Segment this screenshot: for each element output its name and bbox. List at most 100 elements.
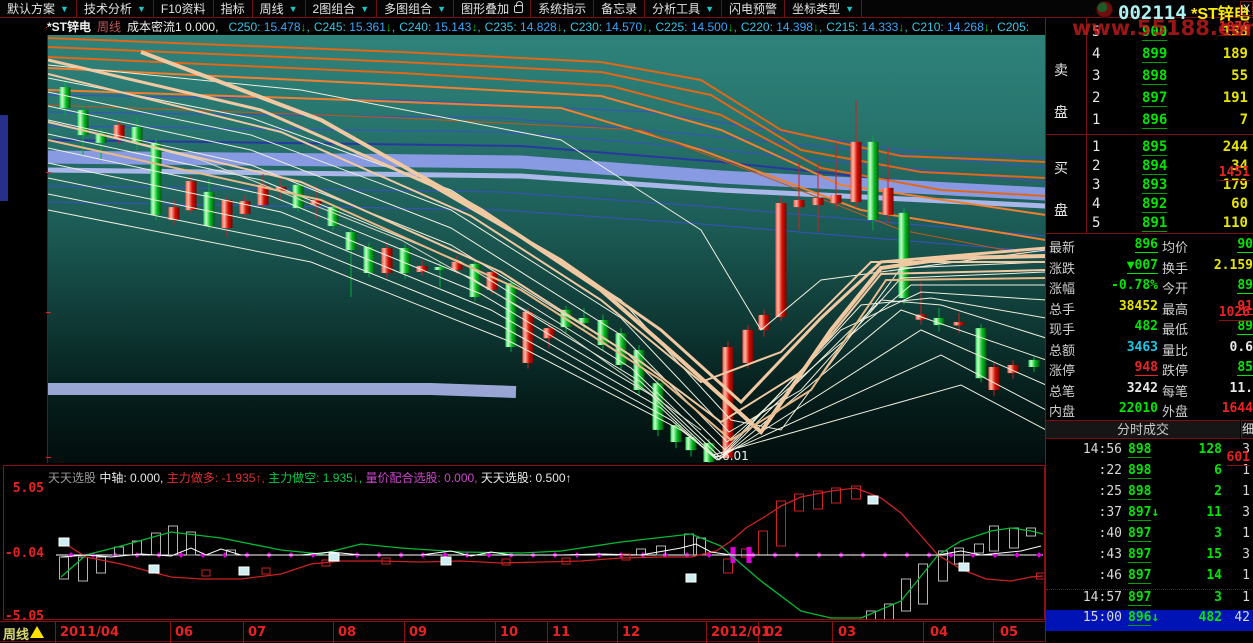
menu-item-多图组合[interactable]: 多图组合 ▼ xyxy=(377,0,455,18)
stat-value: 90 xyxy=(1237,237,1253,253)
date-label: 12 xyxy=(622,625,641,640)
level-qty: 244 xyxy=(1222,139,1248,155)
level-price[interactable]: 899 xyxy=(1142,46,1168,63)
menu-item-技术分析[interactable]: 技术分析 ▼ xyxy=(77,0,154,18)
ticker-detail-tab[interactable]: 细 xyxy=(1241,420,1253,439)
buy-row[interactable]: 5 891 110 xyxy=(1087,215,1253,238)
menu-item-图形叠加[interactable]: 图形叠加 xyxy=(454,0,532,18)
chevron-down-icon: ▼ xyxy=(360,3,370,14)
menu-item-指标[interactable]: 指标 xyxy=(214,0,253,18)
ticker-time: :46 xyxy=(1098,568,1122,583)
level-price[interactable]: 893 xyxy=(1142,177,1168,194)
candle xyxy=(867,141,879,220)
sell-row[interactable]: 3 898 55 xyxy=(1087,68,1253,91)
date-label: 2012/01 xyxy=(711,625,771,640)
level-price[interactable]: 896 xyxy=(1142,112,1168,129)
ticker-qty: 15 xyxy=(1206,547,1222,562)
cost-value: C230: 14.570↓, xyxy=(570,19,652,34)
stat-value: 896 xyxy=(1134,237,1158,253)
stat-label: 最低 xyxy=(1162,322,1189,337)
menu-item-分析工具[interactable]: 分析工具 ▼ xyxy=(645,0,723,18)
ticker-qty: 11 xyxy=(1206,505,1222,520)
main-candlestick-chart[interactable] xyxy=(47,35,1045,463)
menu-item-默认方案[interactable]: 默认方案 ▼ xyxy=(0,0,77,18)
y-axis-tick xyxy=(46,457,51,458)
date-label: 04 xyxy=(930,625,949,640)
indicator-info-row: *ST锌电 周线 成本密流1 0.000, C250: 15.478↓, C245… xyxy=(47,18,1045,35)
stat-label: 今开 xyxy=(1162,281,1189,296)
ticker-row: :40 897 3 1 xyxy=(1046,526,1253,547)
date-label: 08 xyxy=(338,625,357,640)
stat-value: 1644 xyxy=(1221,401,1253,416)
menu-item-备忘录[interactable]: 备忘录 xyxy=(594,0,646,18)
ticker-time: :37 xyxy=(1098,505,1122,520)
level-number: 4 xyxy=(1092,196,1101,212)
indicator-panel[interactable]: 天天选股 中轴: 0.000, 主力做多: -1.935↑, 主力做空: 1.9… xyxy=(3,465,1045,620)
candle xyxy=(775,203,787,317)
left-scroll-marker[interactable] xyxy=(0,115,8,201)
ticker-qty: 128 xyxy=(1198,442,1222,457)
stat-value: 89 xyxy=(1237,319,1253,335)
stat-label: 涨停 xyxy=(1049,363,1076,378)
stat-value: 89 xyxy=(1237,278,1253,294)
ticker-price: 898 xyxy=(1128,463,1152,479)
menu-item-闪电预警[interactable]: 闪电预警 xyxy=(722,0,786,18)
stats-row: 涨跌 ▼007 换手 2.159 xyxy=(1046,258,1253,278)
candle xyxy=(59,87,71,109)
chevron-down-icon: ▼ xyxy=(845,3,854,14)
stat-label: 总笔 xyxy=(1049,383,1076,399)
ticker-row: :25 898 2 1 xyxy=(1046,484,1253,505)
stat-label: 最高 xyxy=(1162,301,1189,317)
period-label[interactable]: 周线 xyxy=(3,624,29,643)
ticker-row: :43 897 15 3 xyxy=(1046,547,1253,568)
stats-row: 现手 482 最低 89 xyxy=(1046,319,1253,339)
stat-label: 涨跌 xyxy=(1049,260,1076,276)
date-label: 10 xyxy=(500,625,519,640)
level-number: 5 xyxy=(1092,215,1101,231)
sell-label: 卖 xyxy=(1054,62,1068,78)
menu-item-系统指示[interactable]: 系统指示 xyxy=(531,0,595,18)
period-up-triangle-icon[interactable] xyxy=(30,626,44,638)
ticker-price: 897↓ xyxy=(1128,505,1160,521)
ticker-price: 897 xyxy=(1128,590,1152,606)
level-price[interactable]: 897 xyxy=(1142,90,1168,107)
menu-item-周线[interactable]: 周线 ▼ xyxy=(253,0,306,18)
ticker-time: 15:00 xyxy=(1082,610,1122,625)
stat-value: 85 xyxy=(1237,360,1253,376)
date-axis[interactable]: 周线 2011/04 06 07 08 09 10 11 12 2012/01 02 03 04 05 xyxy=(0,621,1045,643)
ticker-count: 3 xyxy=(1242,547,1250,562)
date-separator xyxy=(706,622,707,643)
ticker-time: :25 xyxy=(1098,484,1122,499)
candle xyxy=(830,194,842,204)
level-price[interactable]: 892 xyxy=(1142,196,1168,213)
sell-row[interactable]: 2 897 191 xyxy=(1087,90,1253,113)
level-price[interactable]: 898 xyxy=(1142,68,1168,85)
date-label: 07 xyxy=(248,625,267,640)
stat-value: 3463 xyxy=(1126,339,1158,355)
y-axis-tick xyxy=(46,172,51,173)
candle xyxy=(168,207,180,220)
stat-value: 11. xyxy=(1229,380,1253,396)
level-price[interactable]: 895 xyxy=(1142,139,1168,156)
sell-row[interactable]: 1 896 7 xyxy=(1087,112,1253,135)
close-icon[interactable]: X xyxy=(1240,1,1253,16)
stat-value: 948 xyxy=(1134,360,1158,376)
ticker-count: 1 xyxy=(1242,484,1250,499)
chevron-down-icon: ▼ xyxy=(705,3,715,14)
ticker-qty: 6 xyxy=(1214,463,1222,478)
date-label: 2011/04 xyxy=(60,625,120,640)
level-price[interactable]: 891 xyxy=(1142,215,1168,232)
buy-label: 盘 xyxy=(1054,202,1068,218)
menu-item-2图组合[interactable]: 2图组合 ▼ xyxy=(306,0,378,18)
cost-value: C205: xyxy=(997,19,1030,34)
menu-bar: 默认方案 ▼ 技术分析 ▼ F10资料 指标 周线 ▼ 2图组合 ▼ 多图组合 ▼ 图形叠加 系统指示 备忘… xyxy=(0,0,1253,18)
info-period: 周线 xyxy=(97,20,122,34)
stat-value: 482 xyxy=(1134,319,1158,334)
menu-item-坐标类型[interactable]: 坐标类型 ▼ xyxy=(785,0,862,18)
menu-item-F10资料[interactable]: F10资料 xyxy=(154,0,214,18)
cost-value: C225: 14.500↓, xyxy=(655,19,737,34)
stat-label: 现手 xyxy=(1049,322,1076,337)
ticker-count: 1 xyxy=(1242,590,1250,605)
level-price[interactable]: 894 xyxy=(1142,158,1168,175)
sell-row[interactable]: 4 899 189 xyxy=(1087,46,1253,69)
